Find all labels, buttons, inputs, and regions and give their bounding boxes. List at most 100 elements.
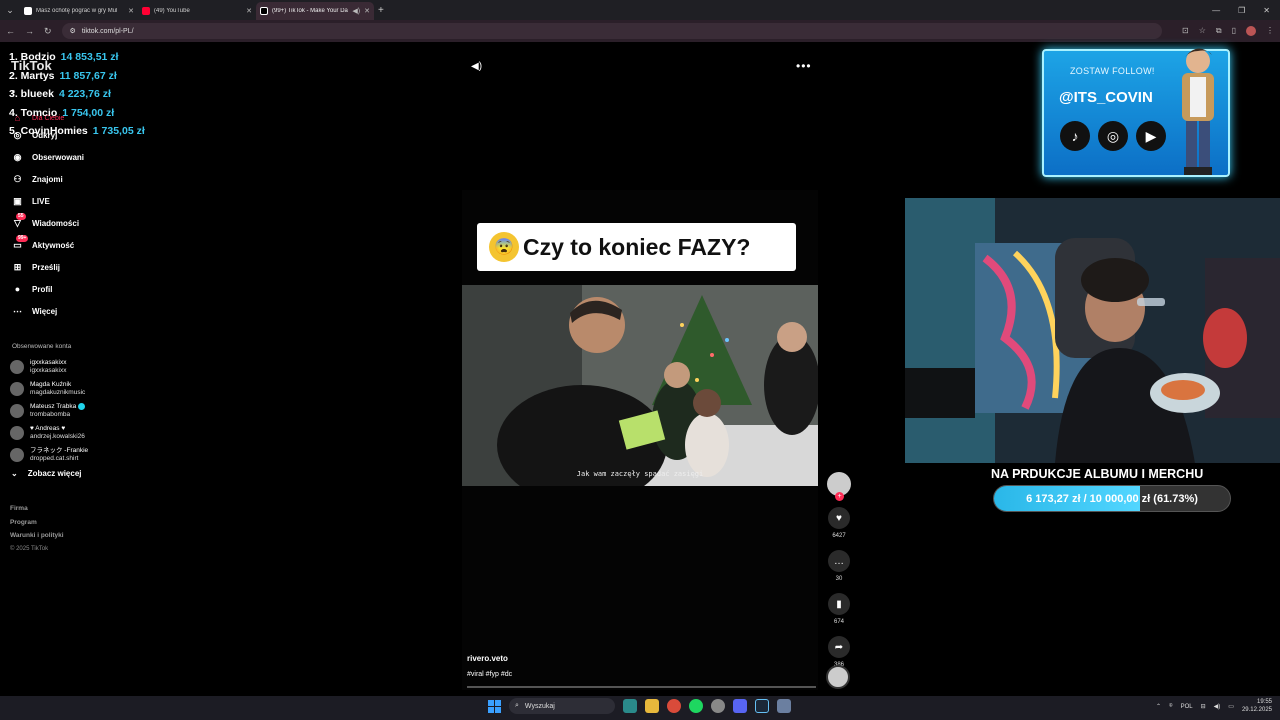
webcam-scene-illustration (905, 198, 1280, 463)
reload-icon[interactable]: ↻ (44, 26, 52, 37)
site-info-icon[interactable]: ⚙ (70, 27, 76, 35)
comment-button[interactable]: … (828, 550, 850, 572)
system-clock[interactable]: 19:55 29.12.2025 (1242, 699, 1272, 714)
video-tags[interactable]: #viral #fyp #dc (467, 671, 512, 678)
account-text: ♥ Andreas ♥ andrzej.kowalski26 (30, 425, 85, 441)
following-icon: ◉ (13, 151, 22, 162)
tab-search-button[interactable]: ⌄ (0, 0, 20, 20)
install-icon[interactable]: ⊡ (1182, 26, 1189, 36)
followed-account[interactable]: igxxkasakixx igxxkasakixx (10, 356, 140, 378)
video-actions: + ♥6427…30▮674➦386 (826, 472, 852, 668)
action-count: 6427 (832, 533, 846, 539)
sidebar-item-label: Wiadomości (32, 218, 80, 228)
account-text: フラネック -Frankie dropped.cat.shirt (30, 447, 88, 463)
video-author[interactable]: rivero.veto (467, 654, 508, 663)
footer-link-terms[interactable]: Warunki i polityki (10, 529, 64, 543)
footer-link-company[interactable]: Firma (10, 502, 64, 516)
follow-plus-icon[interactable]: + (835, 492, 844, 501)
video-progress-bar[interactable] (467, 686, 816, 688)
sidebar-item-more[interactable]: ⋯ Więcej (0, 300, 140, 322)
forward-icon[interactable]: → (25, 26, 34, 36)
leaderboard-name: 1. Bodzio (9, 51, 56, 64)
footer-link-program[interactable]: Program (10, 516, 64, 530)
sidebar-icon[interactable]: ▯ (1232, 26, 1236, 36)
creator-avatar[interactable]: + (827, 472, 851, 501)
fundraiser-progress-text: 6 173,27 zł / 10 000,00 zł (61.73%) (1026, 492, 1198, 505)
taskbar-search[interactable]: ⌕ Wyszukaj (509, 698, 615, 714)
steam-icon[interactable] (755, 699, 769, 713)
tab-title: Masz ochotę pograć w gry Mul (36, 8, 118, 14)
volume-tray-icon[interactable]: ◀) (1214, 703, 1221, 710)
account-name-text: igxxkasakixx (30, 359, 67, 366)
action-count: 30 (835, 576, 843, 582)
close-icon[interactable]: ✕ (246, 7, 252, 15)
close-icon[interactable]: ✕ (128, 7, 134, 15)
account-handle: igxxkasakixx (30, 367, 67, 374)
clock-date: 29.12.2025 (1241, 706, 1272, 713)
account-text: Mateusz Trabka trombabomba (30, 402, 86, 419)
network-icon[interactable]: ⊟ (1201, 703, 1206, 710)
bookmark-button[interactable]: ▮ (828, 593, 850, 615)
language-indicator[interactable]: POL (1181, 704, 1193, 710)
sidebar-item-messages[interactable]: ▽ 55 Wiadomości (0, 212, 140, 234)
leaderboard-name: 3. blueek (9, 88, 54, 101)
volume-icon[interactable]: ◀) (471, 61, 482, 72)
mic-icon[interactable]: ⍟ (1169, 703, 1173, 710)
heart-button[interactable]: ♥ (828, 507, 850, 529)
avatar (10, 448, 24, 462)
windows-start-icon[interactable] (488, 699, 501, 713)
see-more-button[interactable]: ⌄ Zobacz więcej (11, 469, 82, 478)
more-options-icon[interactable]: ••• (796, 59, 812, 73)
battery-icon[interactable]: ▭ (1228, 703, 1234, 710)
browser-tab-tiktok[interactable]: (99+) TikTok - Make Your Da ◀) ✕ (256, 2, 374, 20)
close-window-icon[interactable]: ✕ (1263, 6, 1270, 15)
followed-account[interactable]: Mateusz Trabka trombabomba (10, 400, 140, 422)
close-icon[interactable]: ✕ (364, 7, 370, 15)
sidebar-item-upload[interactable]: ⊞ Prześlij (0, 256, 140, 278)
spotify-icon[interactable] (689, 699, 703, 713)
minimize-icon[interactable]: — (1212, 6, 1220, 15)
leaderboard-amount: 1 754,00 zł (62, 106, 115, 119)
browser-tab-youtube[interactable]: (49) YouTube ✕ (138, 2, 256, 20)
notification-badge: 99+ (16, 235, 29, 242)
task-view-icon[interactable] (623, 699, 637, 713)
browser-tab-games[interactable]: Masz ochotę pograć w gry Mul ✕ (20, 2, 138, 20)
discord-icon[interactable] (733, 699, 747, 713)
bookmark-star-icon[interactable]: ☆ (1199, 26, 1206, 36)
tiktok-icon: ♪ (1060, 121, 1090, 151)
followed-account[interactable]: フラネック -Frankie dropped.cat.shirt (10, 444, 140, 466)
sidebar-item-following[interactable]: ◉ Obserwowani (0, 146, 140, 168)
sidebar-item-live[interactable]: ▣ LIVE (0, 190, 140, 212)
chrome-icon[interactable] (667, 699, 681, 713)
followed-account[interactable]: ♥ Andreas ♥ andrzej.kowalski26 (10, 422, 140, 444)
leaderboard-row: 5. CovinHomies 1 735,05 zł (9, 122, 159, 141)
leaderboard-name: 5. CovinHomies (9, 125, 88, 138)
search-icon: ⌕ (515, 702, 519, 709)
footer-links: Firma Program Warunki i polityki © 2025 … (10, 502, 64, 556)
toolbar-icons: ⊡ ☆ ⧉ ▯ ⋮ (1182, 26, 1274, 36)
file-explorer-icon[interactable] (645, 699, 659, 713)
app-icon[interactable] (711, 699, 725, 713)
sidebar-item-friends[interactable]: ⚇ Znajomi (0, 168, 140, 190)
music-disc-avatar[interactable] (826, 665, 850, 689)
share-button[interactable]: ➦ (828, 636, 850, 658)
extensions-icon[interactable]: ⧉ (1216, 26, 1222, 36)
settings-icon[interactable] (777, 699, 791, 713)
back-icon[interactable]: ← (6, 26, 15, 36)
sidebar-item-profile[interactable]: ● Profil (0, 278, 140, 300)
followed-account[interactable]: Magda Kuźnik magdakuznikmusic (10, 378, 140, 400)
new-tab-button[interactable]: + (378, 5, 384, 16)
leaderboard-amount: 4 223,76 zł (58, 88, 111, 101)
sidebar-item-activity[interactable]: ▭ 99+ Aktywność (0, 234, 140, 256)
chevron-up-icon[interactable]: ⌃ (1156, 703, 1161, 710)
speaker-icon[interactable]: ◀) (352, 7, 360, 15)
screen: ⌄ Masz ochotę pograć w gry Mul ✕ (49) Yo… (0, 0, 1280, 720)
avatar (10, 404, 24, 418)
profile-avatar[interactable] (1246, 26, 1256, 36)
sidebar-item-label: Aktywność (32, 240, 75, 250)
video-frame-image: Jak wam zaczęły spadać zasięgi (462, 285, 818, 486)
url-field[interactable]: ⚙ tiktok.com/pl-PL/ (61, 23, 1162, 39)
maximize-icon[interactable]: ❐ (1238, 6, 1245, 15)
menu-icon[interactable]: ⋮ (1266, 26, 1274, 36)
account-text: igxxkasakixx igxxkasakixx (30, 359, 66, 375)
